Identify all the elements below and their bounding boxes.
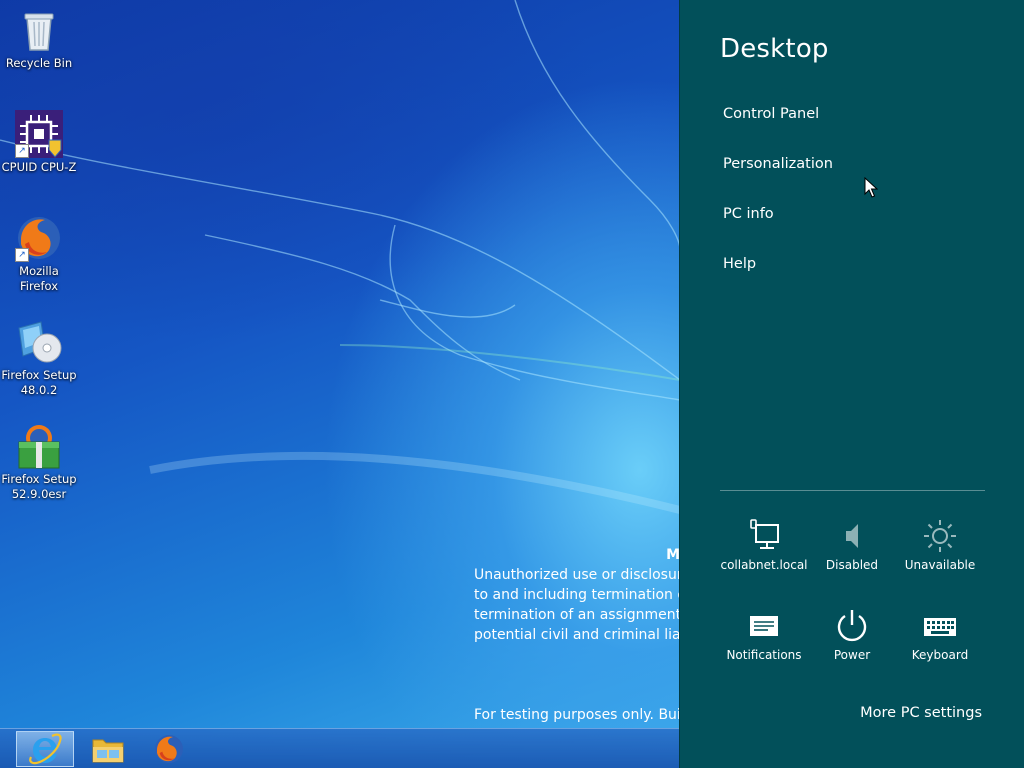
desktop-icon-firefox-setup-48[interactable]: Firefox Setup 48.0.2 <box>0 318 78 398</box>
desktop-icon-label: Firefox Setup 48.0.2 <box>1 368 77 397</box>
notice-line: termination of an assignment c <box>474 607 680 623</box>
legal-notice: M Unauthorized use or disclosure to and … <box>474 545 680 645</box>
desktop-icon-cpuz[interactable]: ↗ CPUID CPU-Z <box>0 110 78 175</box>
cpuz-icon: ↗ <box>15 110 63 158</box>
internet-explorer-icon <box>29 733 62 765</box>
speaker-icon <box>846 524 858 548</box>
wallpaper-swirls <box>0 0 680 514</box>
link-help[interactable]: Help <box>723 256 756 272</box>
notifications-icon <box>750 616 778 636</box>
desktop-icon-firefox-setup-52[interactable]: Firefox Setup 52.9.0esr <box>0 422 78 502</box>
desktop-icon-label: Mozilla Firefox <box>19 264 59 293</box>
network-icon <box>750 519 779 549</box>
taskbar <box>0 728 680 768</box>
taskbar-file-explorer[interactable] <box>79 731 137 767</box>
tile-power[interactable]: Power <box>808 608 896 662</box>
notice-heading: M <box>666 547 680 563</box>
charm-title: Desktop <box>720 34 829 64</box>
tile-label: Disabled <box>825 558 879 572</box>
desktop-icon-label: Firefox Setup 52.9.0esr <box>1 472 77 501</box>
tile-notifications[interactable]: Notifications <box>720 608 808 662</box>
tile-label: Keyboard <box>911 648 969 662</box>
tile-brightness[interactable]: Unavailable <box>896 518 984 572</box>
file-explorer-icon <box>92 739 124 763</box>
shortcut-arrow-icon: ↗ <box>15 144 29 158</box>
tile-label: Unavailable <box>904 558 976 572</box>
brightness-icon <box>924 520 956 552</box>
installer-disc-icon <box>15 318 63 366</box>
charm-divider <box>720 490 985 491</box>
desktop-wallpaper <box>0 0 680 768</box>
more-pc-settings-link[interactable]: More PC settings <box>860 705 982 721</box>
desktop-icon-recycle-bin[interactable]: Recycle Bin <box>0 6 78 71</box>
mouse-cursor-icon <box>864 177 878 198</box>
link-personalization[interactable]: Personalization <box>723 156 833 172</box>
tile-volume[interactable]: Disabled <box>808 518 896 572</box>
taskbar-firefox[interactable] <box>140 731 198 767</box>
notice-line: potential civil and criminal liab <box>474 627 680 643</box>
tile-keyboard[interactable]: Keyboard <box>896 608 984 662</box>
power-icon <box>837 610 867 642</box>
build-note: For testing purposes only. Build <box>474 707 680 723</box>
tile-network[interactable]: collabnet.local <box>720 518 808 572</box>
installer-box-icon <box>15 422 63 470</box>
tile-label: Notifications <box>726 648 802 662</box>
link-pc-info[interactable]: PC info <box>723 206 774 222</box>
notice-line: to and including termination o <box>474 587 680 603</box>
keyboard-icon <box>924 618 956 636</box>
taskbar-internet-explorer[interactable] <box>16 731 74 767</box>
desktop-icon-firefox[interactable]: ↗ Mozilla Firefox <box>0 214 78 294</box>
screen: Recycle Bin ↗ CPUID CPU-Z ↗ Mozilla Fire… <box>0 0 1024 768</box>
link-control-panel[interactable]: Control Panel <box>723 106 819 122</box>
recycle-bin-icon <box>15 6 63 54</box>
tile-label: collabnet.local <box>720 558 808 572</box>
firefox-icon: ↗ <box>15 214 63 262</box>
desktop-icon-label: Recycle Bin <box>5 56 73 70</box>
firefox-icon <box>155 735 183 763</box>
tile-label: Power <box>833 648 871 662</box>
shortcut-arrow-icon: ↗ <box>15 248 29 262</box>
settings-charm-panel: Desktop Control Panel Personalization PC… <box>679 0 1024 768</box>
notice-line: Unauthorized use or disclosure <box>474 567 680 583</box>
desktop-icon-label: CPUID CPU-Z <box>1 160 77 174</box>
